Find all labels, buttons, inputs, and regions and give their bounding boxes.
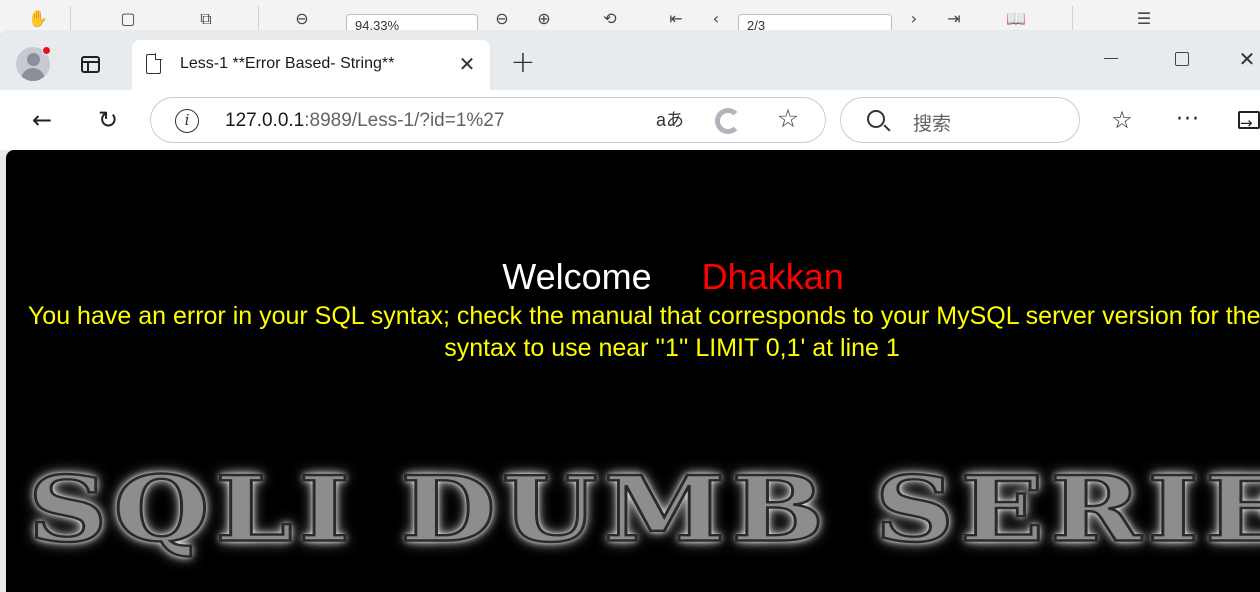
hand-tool-icon[interactable]: ✋ — [28, 10, 48, 28]
avatar-head-shape — [27, 53, 40, 66]
minimize-button[interactable] — [1096, 44, 1126, 74]
favorite-star-icon[interactable]: ☆ — [773, 104, 803, 134]
search-box[interactable]: 搜索 — [840, 97, 1080, 143]
active-tab[interactable]: Less-1 **Error Based- String** ✕ — [132, 40, 490, 90]
rotate-icon[interactable]: ⟲ — [600, 10, 620, 28]
prev-page-icon[interactable]: ‹ — [706, 10, 726, 28]
tab-actions-icon — [81, 56, 100, 73]
search-icon — [867, 110, 885, 128]
url-host: 127.0.0.1 — [225, 110, 305, 131]
close-tab-icon[interactable]: ✕ — [456, 53, 478, 75]
first-page-icon[interactable]: ⇤ — [666, 10, 686, 28]
outline-icon[interactable]: ☰ — [1134, 10, 1154, 28]
maximize-button[interactable] — [1166, 44, 1196, 74]
avatar-body-shape — [21, 68, 45, 81]
back-button[interactable]: ← — [26, 104, 58, 136]
new-tab-button[interactable]: + — [509, 48, 537, 78]
background-viewer-toolbar: ✋ ▢ ⧉ ⊖ 94.33% ⊖ ⊕ ⟲ ⇤ ‹ 2/3 › ⇥ 📖 ☰ — [0, 0, 1260, 36]
page-content: Welcome Dhakkan You have an error in you… — [6, 150, 1260, 592]
close-window-button[interactable]: ✕ — [1232, 44, 1260, 74]
tab-actions-button[interactable] — [76, 52, 104, 80]
url-text[interactable]: 127.0.0.1:8989/Less-1/?id=1%27 — [225, 110, 504, 132]
last-page-icon[interactable]: ⇥ — [944, 10, 964, 28]
browser-window: Less-1 **Error Based- String** ✕ + ✕ ← ↻… — [0, 30, 1260, 592]
pages-icon[interactable]: ⧉ — [196, 10, 216, 28]
toolbar-divider — [258, 6, 259, 30]
banner-logo-text: SQLI DUMB SERIES — [26, 456, 1260, 563]
exit-icon — [1238, 107, 1260, 139]
sidebar-toggle-button[interactable] — [1234, 104, 1260, 139]
notification-dot-icon — [42, 46, 51, 55]
read-aloud-button[interactable]: aあ — [655, 108, 685, 132]
search-input[interactable]: 搜索 — [913, 109, 951, 136]
welcome-line: Welcome Dhakkan — [6, 256, 1260, 298]
tab-title: Less-1 **Error Based- String** — [180, 55, 395, 72]
sql-error-message: You have an error in your SQL syntax; ch… — [27, 302, 1260, 362]
reload-button[interactable]: ↻ — [92, 104, 124, 136]
favorites-button[interactable]: ☆ — [1106, 104, 1138, 136]
zoom-in-icon[interactable]: ⊖ — [492, 10, 512, 28]
zoom-plus-icon[interactable]: ⊕ — [534, 10, 554, 28]
url-path: :8989/Less-1/?id=1%27 — [304, 110, 505, 131]
tab-strip: Less-1 **Error Based- String** ✕ + ✕ — [0, 30, 1260, 90]
toolbar-divider — [1072, 6, 1073, 30]
next-page-icon[interactable]: › — [904, 10, 924, 28]
browser-toolbar: ← ↻ i 127.0.0.1:8989/Less-1/?id=1%27 aあ … — [0, 90, 1260, 150]
username: Dhakkan — [701, 256, 844, 297]
book-icon[interactable]: 📖 — [1006, 10, 1026, 28]
site-info-icon[interactable]: i — [175, 109, 199, 133]
banner-logo: SQLI DUMB SERIES — [26, 456, 1260, 582]
toolbar-divider — [70, 6, 71, 30]
welcome-label: Welcome — [502, 256, 652, 297]
edge-refresh-icon[interactable] — [715, 108, 741, 134]
zoom-out-icon[interactable]: ⊖ — [292, 10, 312, 28]
page-document-icon — [146, 53, 162, 74]
address-bar[interactable]: i 127.0.0.1:8989/Less-1/?id=1%27 aあ ☆ — [150, 97, 826, 143]
view-icon[interactable]: ▢ — [118, 10, 138, 28]
more-options-button[interactable]: ··· — [1172, 104, 1204, 136]
